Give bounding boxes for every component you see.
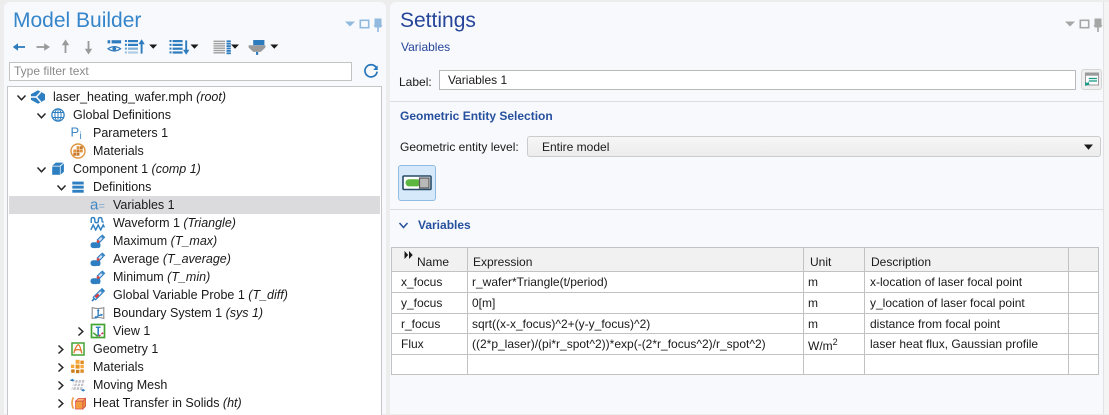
svg-text:i: i: [80, 131, 82, 141]
svg-text:=: =: [99, 201, 105, 213]
svg-text:P: P: [71, 125, 80, 140]
